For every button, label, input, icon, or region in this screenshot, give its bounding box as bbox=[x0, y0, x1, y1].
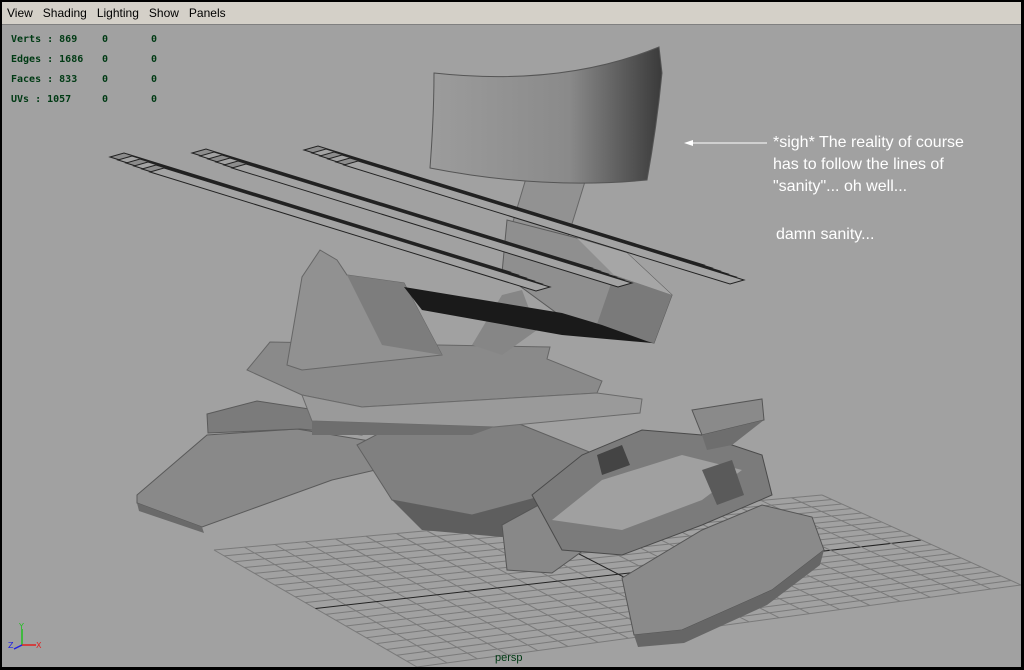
menu-panels[interactable]: Panels bbox=[184, 2, 231, 24]
hud-value: 0 bbox=[151, 34, 158, 45]
annotation-line: "sanity"... oh well... bbox=[773, 178, 908, 195]
annotation-line: *sigh* The reality of course bbox=[773, 134, 964, 151]
hud-row-verts: Verts : 869 0 0 bbox=[11, 34, 211, 54]
hud-label: Verts : 869 bbox=[11, 34, 78, 45]
hud-row-uvs: UVs : 1057 0 0 bbox=[11, 94, 211, 114]
hud-value: 0 bbox=[102, 94, 109, 105]
annotation-arrow bbox=[684, 140, 767, 146]
view-axis-icon: Y X Z bbox=[8, 623, 42, 650]
maya-viewport-panel: View Shading Lighting Show Panels Verts … bbox=[2, 2, 1021, 667]
hud-row-edges: Edges : 1686 0 0 bbox=[11, 54, 211, 74]
hud-row-faces: Faces : 833 0 0 bbox=[11, 74, 211, 94]
annotation-note: damn sanity... bbox=[776, 226, 875, 243]
annotation-text: *sigh* The reality of course has to foll… bbox=[773, 132, 964, 246]
hud-label: UVs : 1057 bbox=[11, 94, 72, 105]
hud-value: 0 bbox=[151, 94, 158, 105]
menu-shading[interactable]: Shading bbox=[38, 2, 92, 24]
hud-value: 0 bbox=[102, 74, 109, 85]
menu-view[interactable]: View bbox=[2, 2, 38, 24]
annotation-line: has to follow the lines of bbox=[773, 156, 944, 173]
axis-x-label: X bbox=[36, 641, 42, 650]
panel-menu-bar: View Shading Lighting Show Panels bbox=[2, 2, 1021, 25]
hud-value: 0 bbox=[151, 74, 158, 85]
poly-count-hud: Verts : 869 0 0 Edges : 1686 0 0 Faces :… bbox=[11, 34, 211, 114]
axis-y-label: Y bbox=[18, 623, 24, 631]
hud-value: 0 bbox=[102, 34, 109, 45]
menu-show[interactable]: Show bbox=[144, 2, 184, 24]
hud-label: Edges : 1686 bbox=[11, 54, 84, 65]
menu-lighting[interactable]: Lighting bbox=[92, 2, 144, 24]
3d-viewport[interactable]: Verts : 869 0 0 Edges : 1686 0 0 Faces :… bbox=[2, 25, 1021, 667]
scene-render bbox=[108, 46, 1021, 667]
hud-label: Faces : 833 bbox=[11, 74, 78, 85]
camera-name-label: persp bbox=[495, 652, 523, 664]
hud-value: 0 bbox=[102, 54, 109, 65]
axis-z-label: Z bbox=[8, 641, 14, 650]
hud-value: 0 bbox=[151, 54, 158, 65]
